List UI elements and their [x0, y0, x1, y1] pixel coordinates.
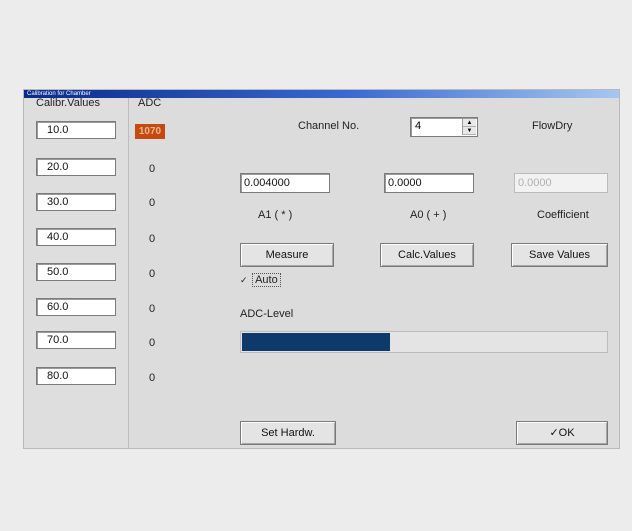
a1-label: A1 ( * ) [258, 209, 293, 221]
channel-spinner[interactable]: 4 ▲ ▼ [410, 117, 478, 137]
adc-value: 0 [148, 372, 156, 384]
adc-level-bar [240, 331, 608, 353]
adc-level-label: ADC-Level [240, 308, 294, 320]
channel-value: 4 [415, 120, 422, 132]
calib-value-field[interactable]: 20.0 [36, 158, 116, 176]
calib-value-field[interactable]: 60.0 [36, 298, 116, 316]
adc-header: ADC [138, 97, 162, 109]
auto-label: Auto [252, 273, 281, 287]
save-values-button[interactable]: Save Values [511, 243, 608, 267]
calib-value-field[interactable]: 80.0 [36, 367, 116, 385]
adc-value: 0 [148, 337, 156, 349]
checkmark-icon: ✓ [240, 275, 248, 285]
ok-button[interactable]: ✓OK [516, 421, 608, 445]
adc-value: 0 [148, 268, 156, 280]
spin-down-icon[interactable]: ▼ [463, 127, 476, 135]
adc-value-highlighted: 1070 [135, 124, 165, 139]
a0-label: A0 ( + ) [410, 209, 447, 221]
coefficient-field: 0.0000 [514, 173, 608, 193]
calib-value-field[interactable]: 50.0 [36, 263, 116, 281]
adc-level-fill [242, 333, 391, 351]
auto-checkbox[interactable]: ✓ Auto [240, 273, 281, 290]
calib-value-field[interactable]: 40.0 [36, 228, 116, 246]
calc-values-button[interactable]: Calc.Values [380, 243, 474, 267]
set-hardware-button[interactable]: Set Hardw. [240, 421, 336, 445]
spinner-arrows[interactable]: ▲ ▼ [462, 119, 476, 135]
calib-value-field[interactable]: 30.0 [36, 193, 116, 211]
a1-field[interactable]: 0.004000 [240, 173, 330, 193]
adc-value: 0 [148, 303, 156, 315]
sensor-name-label: FlowDry [532, 120, 573, 132]
calib-value-field[interactable]: 70.0 [36, 331, 116, 349]
adc-value: 0 [148, 233, 156, 245]
measure-button[interactable]: Measure [240, 243, 334, 267]
calibr-values-header: Calibr.Values [36, 97, 100, 109]
adc-value: 0 [148, 163, 156, 175]
channel-no-label: Channel No. [298, 120, 360, 132]
adc-value: 0 [148, 197, 156, 209]
window-title: Calibration for Chamber [24, 90, 619, 98]
spin-up-icon[interactable]: ▲ [463, 119, 476, 127]
a0-field[interactable]: 0.0000 [384, 173, 474, 193]
coefficient-label: Coefficient [537, 209, 589, 221]
calib-value-field[interactable]: 10.0 [36, 121, 116, 139]
